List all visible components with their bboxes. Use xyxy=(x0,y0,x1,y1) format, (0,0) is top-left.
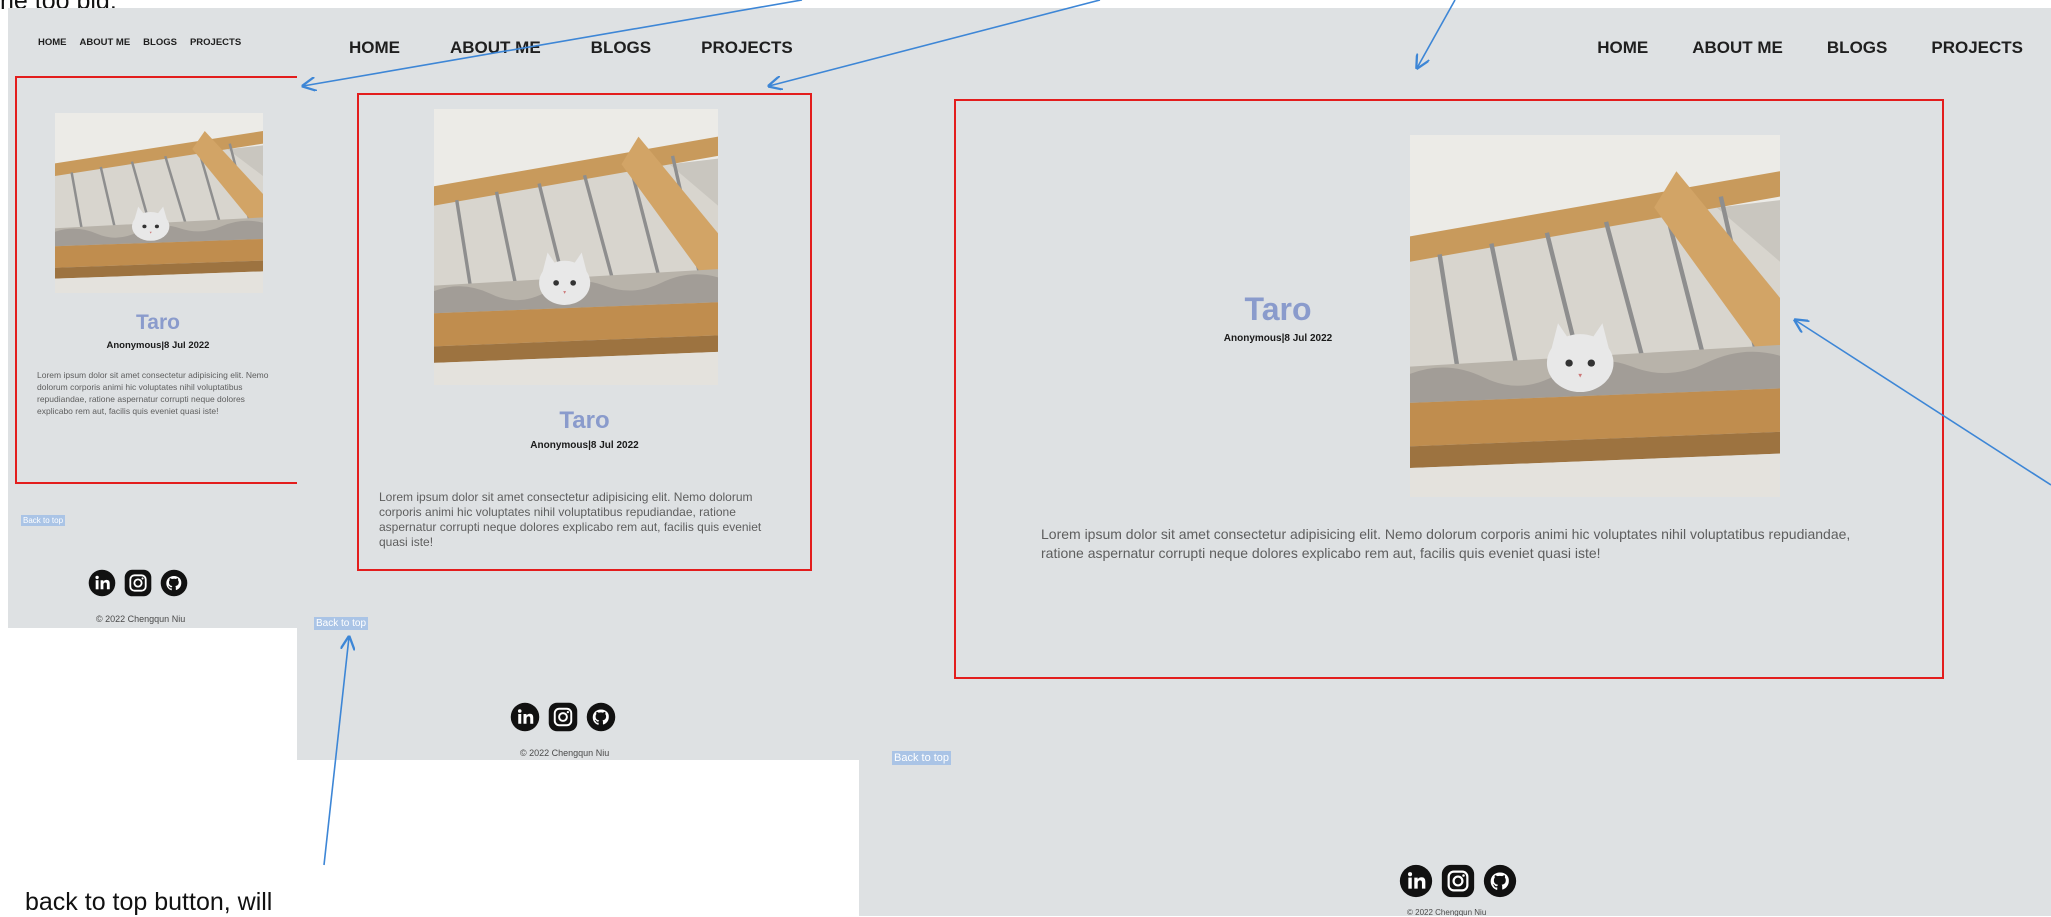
instagram-icon[interactable] xyxy=(124,569,152,597)
screenshot-mobile: HOME ABOUT ME BLOGS PROJECTS Taro Anonym… xyxy=(8,8,298,628)
social-links xyxy=(1395,864,1521,898)
instagram-icon[interactable] xyxy=(548,702,578,732)
post-meta: Anonymous|8 Jul 2022 xyxy=(1223,333,1333,344)
screenshot-tablet: HOME ABOUT ME BLOGS PROJECTS Taro Anonym… xyxy=(297,8,860,760)
nav-home-link[interactable]: HOME xyxy=(38,37,67,48)
post-body: Lorem ipsum dolor sit amet consectetur a… xyxy=(1041,526,1851,561)
nav-bar: HOME ABOUT ME BLOGS PROJECTS xyxy=(38,37,254,48)
post-card: Taro Anonymous|8 Jul 2022 Lorem ipsum do… xyxy=(15,76,298,484)
back-to-top-button[interactable]: Back to top xyxy=(21,515,66,526)
post-body: Lorem ipsum dolor sit amet consectetur a… xyxy=(379,490,762,549)
nav-projects-link[interactable]: PROJECTS xyxy=(1931,38,2023,58)
nav-projects-link[interactable]: PROJECTS xyxy=(190,37,241,48)
annotation-bottom-note: back to top button, will xyxy=(25,888,273,916)
github-icon[interactable] xyxy=(1483,864,1517,898)
back-to-top-button[interactable]: Back to top xyxy=(314,617,369,630)
nav-bar: HOME ABOUT ME BLOGS PROJECTS xyxy=(349,38,843,58)
linkedin-icon[interactable] xyxy=(1399,864,1433,898)
copyright-text: © 2022 Chengqun Niu xyxy=(96,614,186,624)
post-card: Taro Anonymous|8 Jul 2022 Lorem ipsum do… xyxy=(954,99,1944,679)
copyright-text: © 2022 Chengqun Niu xyxy=(1407,908,1487,916)
github-icon[interactable] xyxy=(160,569,188,597)
nav-blogs-link[interactable]: BLOGS xyxy=(1827,38,1887,58)
nav-projects-link[interactable]: PROJECTS xyxy=(701,38,793,58)
linkedin-icon[interactable] xyxy=(510,702,540,732)
post-photo xyxy=(1410,135,1780,497)
post-title: Taro xyxy=(559,407,610,434)
post-meta: Anonymous|8 Jul 2022 xyxy=(530,440,639,451)
social-links xyxy=(506,702,620,732)
post-photo xyxy=(434,109,718,385)
social-links xyxy=(84,569,192,597)
instagram-icon[interactable] xyxy=(1441,864,1475,898)
nav-home-link[interactable]: HOME xyxy=(1597,38,1648,58)
nav-bar: HOME ABOUT ME BLOGS PROJECTS xyxy=(1553,38,2023,58)
post-title: Taro xyxy=(136,311,180,334)
copyright-text: © 2022 Chengqun Niu xyxy=(520,748,610,758)
back-to-top-button[interactable]: Back to top xyxy=(892,751,952,765)
github-icon[interactable] xyxy=(586,702,616,732)
post-title: Taro xyxy=(1244,291,1312,327)
nav-about-link[interactable]: ABOUT ME xyxy=(450,38,541,58)
post-photo xyxy=(55,113,263,293)
nav-blogs-link[interactable]: BLOGS xyxy=(143,37,177,48)
nav-blogs-link[interactable]: BLOGS xyxy=(591,38,651,58)
linkedin-icon[interactable] xyxy=(88,569,116,597)
post-body: Lorem ipsum dolor sit amet consectetur a… xyxy=(37,370,269,416)
screenshot-desktop: HOME ABOUT ME BLOGS PROJECTS Taro Anonym… xyxy=(859,8,2051,916)
nav-about-link[interactable]: ABOUT ME xyxy=(80,37,131,48)
post-card: Taro Anonymous|8 Jul 2022 Lorem ipsum do… xyxy=(357,93,812,571)
post-meta: Anonymous|8 Jul 2022 xyxy=(106,340,210,351)
nav-about-link[interactable]: ABOUT ME xyxy=(1692,38,1783,58)
nav-home-link[interactable]: HOME xyxy=(349,38,400,58)
